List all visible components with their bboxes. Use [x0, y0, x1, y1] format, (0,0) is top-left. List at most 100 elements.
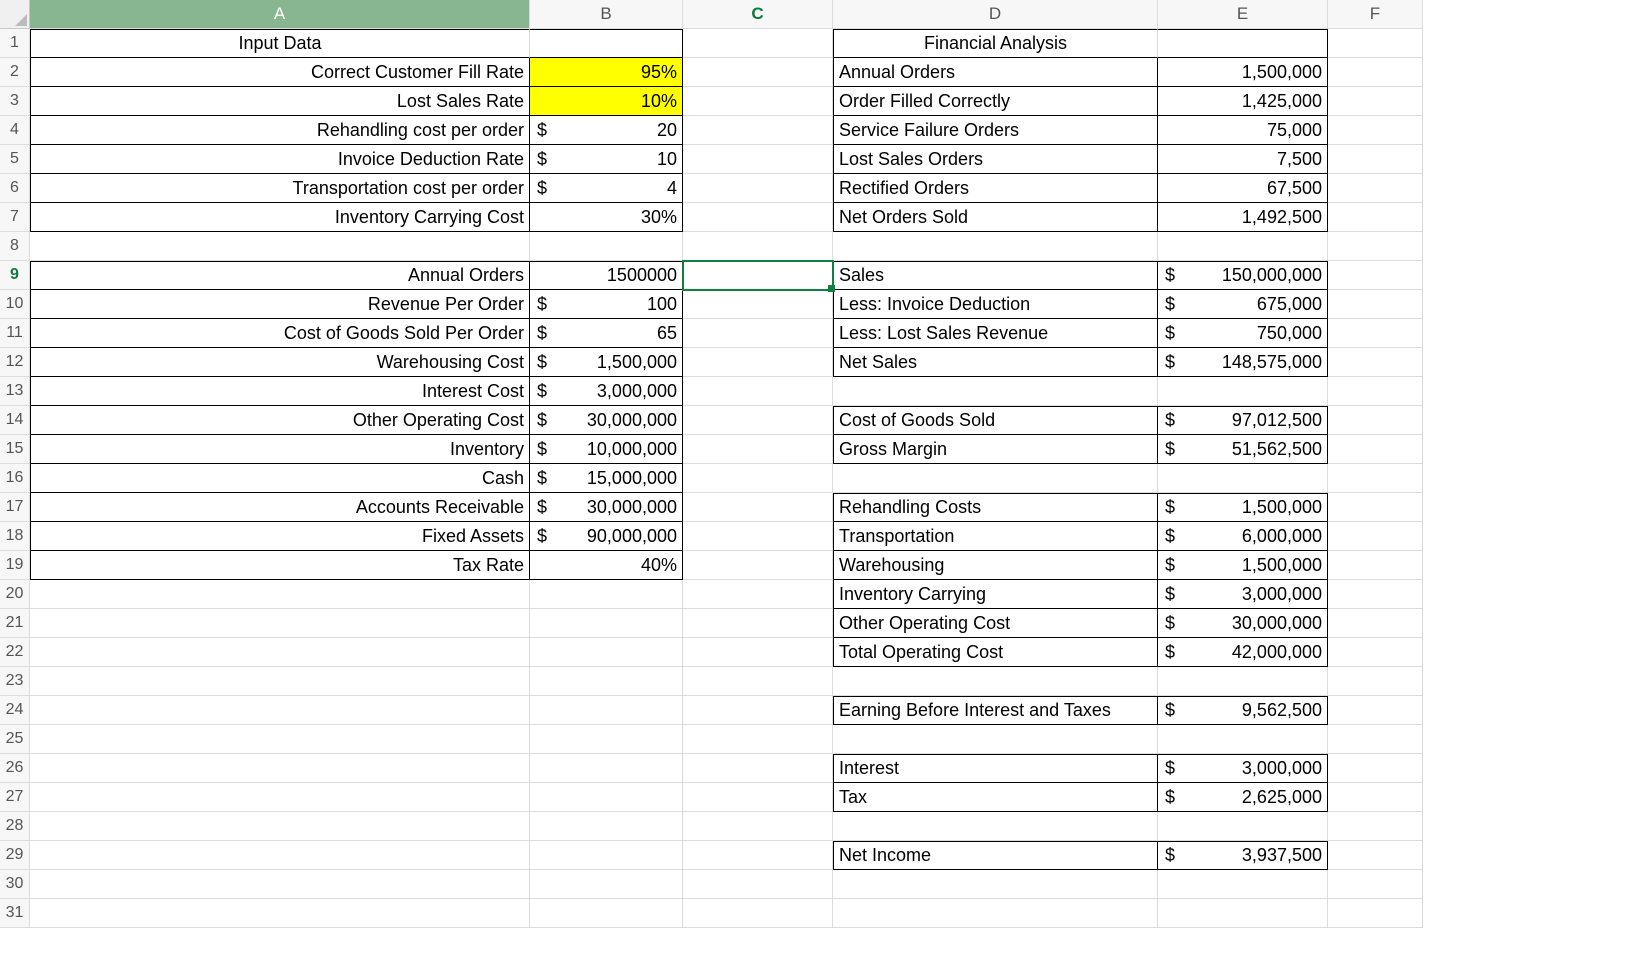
- col-header-F[interactable]: F: [1328, 0, 1423, 29]
- cell-E18[interactable]: $6,000,000: [1158, 522, 1328, 551]
- cell-C6[interactable]: [683, 174, 833, 203]
- cell-A15[interactable]: Inventory: [30, 435, 530, 464]
- cell-F18[interactable]: [1328, 522, 1423, 551]
- cell-F11[interactable]: [1328, 319, 1423, 348]
- cell-E3[interactable]: 1,425,000: [1158, 87, 1328, 116]
- cell-D24[interactable]: Earning Before Interest and Taxes: [833, 696, 1158, 725]
- cell-F14[interactable]: [1328, 406, 1423, 435]
- cell-E30[interactable]: [1158, 870, 1328, 899]
- cell-F1[interactable]: [1328, 29, 1423, 58]
- cell-A3[interactable]: Lost Sales Rate: [30, 87, 530, 116]
- cell-F8[interactable]: [1328, 232, 1423, 261]
- row-header-16[interactable]: 16: [0, 464, 30, 493]
- cell-F10[interactable]: [1328, 290, 1423, 319]
- cell-E19[interactable]: $1,500,000: [1158, 551, 1328, 580]
- cell-E2[interactable]: 1,500,000: [1158, 58, 1328, 87]
- cell-F28[interactable]: [1328, 812, 1423, 841]
- cell-C9[interactable]: [683, 261, 833, 290]
- cell-B20[interactable]: [530, 580, 683, 609]
- row-header-19[interactable]: 19: [0, 551, 30, 580]
- cell-D13[interactable]: [833, 377, 1158, 406]
- cell-D31[interactable]: [833, 899, 1158, 928]
- cell-A21[interactable]: [30, 609, 530, 638]
- cell-A8[interactable]: [30, 232, 530, 261]
- cell-A10[interactable]: Revenue Per Order: [30, 290, 530, 319]
- cell-D2[interactable]: Annual Orders: [833, 58, 1158, 87]
- col-header-E[interactable]: E: [1158, 0, 1328, 29]
- cell-F12[interactable]: [1328, 348, 1423, 377]
- row-header-18[interactable]: 18: [0, 522, 30, 551]
- cell-B25[interactable]: [530, 725, 683, 754]
- cell-C26[interactable]: [683, 754, 833, 783]
- cell-A27[interactable]: [30, 783, 530, 812]
- cell-B3[interactable]: 10%: [530, 87, 683, 116]
- cell-E27[interactable]: $2,625,000: [1158, 783, 1328, 812]
- cell-B10[interactable]: $100: [530, 290, 683, 319]
- row-header-30[interactable]: 30: [0, 870, 30, 899]
- cell-C24[interactable]: [683, 696, 833, 725]
- cell-B31[interactable]: [530, 899, 683, 928]
- cell-F25[interactable]: [1328, 725, 1423, 754]
- cell-D14[interactable]: Cost of Goods Sold: [833, 406, 1158, 435]
- cell-C27[interactable]: [683, 783, 833, 812]
- row-header-28[interactable]: 28: [0, 812, 30, 841]
- row-header-17[interactable]: 17: [0, 493, 30, 522]
- cell-E1[interactable]: [1158, 29, 1328, 58]
- cell-B18[interactable]: $90,000,000: [530, 522, 683, 551]
- cell-A28[interactable]: [30, 812, 530, 841]
- cell-B15[interactable]: $10,000,000: [530, 435, 683, 464]
- cell-D28[interactable]: [833, 812, 1158, 841]
- cell-D17[interactable]: Rehandling Costs: [833, 493, 1158, 522]
- row-header-26[interactable]: 26: [0, 754, 30, 783]
- cell-C2[interactable]: [683, 58, 833, 87]
- cell-C21[interactable]: [683, 609, 833, 638]
- cell-C7[interactable]: [683, 203, 833, 232]
- cell-A24[interactable]: [30, 696, 530, 725]
- cell-C28[interactable]: [683, 812, 833, 841]
- cell-F17[interactable]: [1328, 493, 1423, 522]
- cell-A31[interactable]: [30, 899, 530, 928]
- cell-D10[interactable]: Less: Invoice Deduction: [833, 290, 1158, 319]
- cell-D25[interactable]: [833, 725, 1158, 754]
- cell-A30[interactable]: [30, 870, 530, 899]
- cell-A11[interactable]: Cost of Goods Sold Per Order: [30, 319, 530, 348]
- cell-E4[interactable]: 75,000: [1158, 116, 1328, 145]
- cell-C25[interactable]: [683, 725, 833, 754]
- spreadsheet-grid[interactable]: ABCDEF1Input DataFinancial Analysis2Corr…: [0, 0, 1648, 928]
- row-header-24[interactable]: 24: [0, 696, 30, 725]
- cell-F13[interactable]: [1328, 377, 1423, 406]
- cell-C19[interactable]: [683, 551, 833, 580]
- cell-C30[interactable]: [683, 870, 833, 899]
- cell-D16[interactable]: [833, 464, 1158, 493]
- cell-D23[interactable]: [833, 667, 1158, 696]
- cell-B28[interactable]: [530, 812, 683, 841]
- cell-C22[interactable]: [683, 638, 833, 667]
- cell-B23[interactable]: [530, 667, 683, 696]
- cell-E12[interactable]: $148,575,000: [1158, 348, 1328, 377]
- cell-F24[interactable]: [1328, 696, 1423, 725]
- cell-D5[interactable]: Lost Sales Orders: [833, 145, 1158, 174]
- cell-D4[interactable]: Service Failure Orders: [833, 116, 1158, 145]
- cell-F29[interactable]: [1328, 841, 1423, 870]
- cell-A19[interactable]: Tax Rate: [30, 551, 530, 580]
- cell-A18[interactable]: Fixed Assets: [30, 522, 530, 551]
- cell-E11[interactable]: $750,000: [1158, 319, 1328, 348]
- cell-D20[interactable]: Inventory Carrying: [833, 580, 1158, 609]
- cell-C23[interactable]: [683, 667, 833, 696]
- cell-A17[interactable]: Accounts Receivable: [30, 493, 530, 522]
- cell-A1[interactable]: Input Data: [30, 29, 530, 58]
- cell-A29[interactable]: [30, 841, 530, 870]
- cell-A23[interactable]: [30, 667, 530, 696]
- col-header-A[interactable]: A: [30, 0, 530, 29]
- row-header-12[interactable]: 12: [0, 348, 30, 377]
- cell-F6[interactable]: [1328, 174, 1423, 203]
- cell-B26[interactable]: [530, 754, 683, 783]
- cell-F20[interactable]: [1328, 580, 1423, 609]
- cell-A25[interactable]: [30, 725, 530, 754]
- col-header-B[interactable]: B: [530, 0, 683, 29]
- cell-F2[interactable]: [1328, 58, 1423, 87]
- row-header-8[interactable]: 8: [0, 232, 30, 261]
- cell-C13[interactable]: [683, 377, 833, 406]
- cell-D3[interactable]: Order Filled Correctly: [833, 87, 1158, 116]
- cell-E23[interactable]: [1158, 667, 1328, 696]
